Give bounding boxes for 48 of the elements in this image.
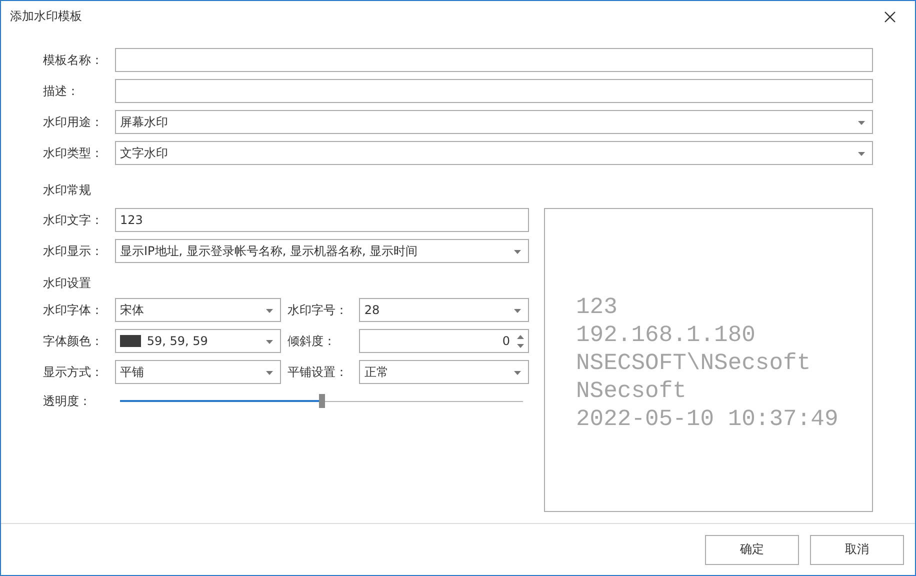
- preview-line: NSecsoft: [576, 377, 686, 405]
- caret-icon: [266, 309, 272, 313]
- spin-arrows-icon[interactable]: [516, 335, 524, 348]
- caret-icon: [266, 340, 272, 344]
- caret-icon: [858, 152, 865, 156]
- field-label: 平铺设置：: [288, 364, 348, 380]
- section-heading: 水印常规: [43, 182, 92, 199]
- field-label: 水印字号：: [288, 302, 348, 318]
- dropdown[interactable]: 平铺: [114, 360, 280, 384]
- field-label: 模板名称：: [43, 52, 104, 68]
- field-label: 倾斜度：: [288, 332, 336, 350]
- dropdown[interactable]: 宋体: [114, 298, 280, 322]
- caret-icon: [514, 250, 521, 254]
- preview-line: 123: [576, 293, 618, 321]
- field-label: 水印类型：: [43, 144, 104, 162]
- dropdown[interactable]: 显示IP地址, 显示登录帐号名称, 显示机器名称, 显示时间: [115, 239, 529, 263]
- preview-line: 192.168.1.180: [576, 321, 756, 349]
- slider-thumb[interactable]: [318, 394, 324, 408]
- dropdown[interactable]: 文字水印: [115, 141, 873, 165]
- color-swatch: [120, 335, 141, 347]
- field-label: 水印文字：: [43, 212, 104, 228]
- close-icon[interactable]: [884, 10, 896, 22]
- section-heading: 水印设置: [43, 275, 92, 292]
- input-field[interactable]: [115, 48, 873, 72]
- caret-icon: [514, 371, 521, 375]
- opacity-slider[interactable]: [120, 394, 523, 408]
- preview-line: NSECSOFT\NSecsoft: [576, 349, 811, 377]
- field-label: 描述：: [43, 82, 80, 100]
- preview-line: 2022-05-10 10:37:49: [576, 405, 838, 433]
- caret-icon: [514, 309, 521, 313]
- input-field[interactable]: 123: [115, 208, 529, 232]
- input-field[interactable]: [115, 79, 873, 103]
- number-spinner[interactable]: 0: [359, 329, 529, 353]
- caret-icon: [266, 371, 272, 375]
- field-label: 水印用途：: [43, 114, 104, 130]
- cancel-button[interactable]: 取消: [810, 534, 904, 564]
- dropdown[interactable]: 28: [359, 298, 529, 322]
- ok-button[interactable]: 确定: [705, 534, 799, 564]
- field-label: 水印字体：: [43, 302, 104, 318]
- field-label: 水印显示：: [43, 242, 104, 260]
- color-dropdown[interactable]: 59, 59, 59: [114, 329, 280, 353]
- field-label: 透明度：: [43, 392, 92, 410]
- window-title: 添加水印模板: [10, 8, 82, 25]
- caret-icon: [858, 121, 865, 125]
- field-label: 字体颜色：: [43, 332, 104, 350]
- dropdown[interactable]: 屏幕水印: [115, 110, 873, 134]
- dropdown[interactable]: 正常: [359, 360, 529, 384]
- field-label: 显示方式：: [43, 364, 104, 380]
